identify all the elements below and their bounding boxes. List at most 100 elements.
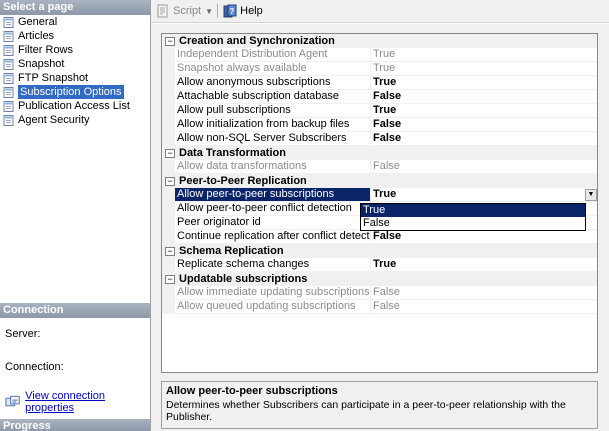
property-row[interactable]: Allow peer-to-peer subscriptions True ▼: [162, 188, 597, 202]
help-icon: ?: [223, 4, 237, 18]
property-name: Attachable subscription database: [175, 90, 371, 104]
page-item-label: General: [18, 16, 58, 28]
page-icon: [3, 72, 16, 84]
connection-properties-icon: [5, 395, 20, 407]
row-gutter: [162, 258, 175, 272]
property-value[interactable]: True: [371, 188, 597, 202]
server-label: Server:: [5, 328, 41, 340]
page-icon: [3, 44, 16, 56]
collapse-icon[interactable]: −: [165, 274, 175, 284]
property-row: Independent Distribution Agent True: [162, 48, 597, 62]
property-value[interactable]: False: [371, 132, 597, 146]
property-value[interactable]: True: [371, 76, 597, 90]
property-name: Replicate schema changes: [175, 258, 371, 272]
connection-header: Connection: [0, 303, 150, 318]
row-gutter: [162, 286, 175, 300]
page-icon: [3, 58, 16, 70]
property-row: Allow data transformations False: [162, 160, 597, 174]
property-name: Allow non-SQL Server Subscribers: [175, 132, 371, 146]
row-gutter: [162, 132, 175, 146]
property-value[interactable]: False: [371, 90, 597, 104]
property-value[interactable]: False: [371, 230, 597, 244]
collapse-icon[interactable]: −: [165, 246, 175, 256]
category-row[interactable]: − Creation and Synchronization: [162, 34, 597, 48]
page-item-articles[interactable]: Articles: [0, 29, 150, 43]
page-item-snapshot[interactable]: Snapshot: [0, 57, 150, 71]
category-title: Peer-to-Peer Replication: [179, 175, 307, 187]
property-name: Allow data transformations: [175, 160, 371, 174]
collapse-icon[interactable]: −: [165, 36, 175, 46]
category-row[interactable]: − Peer-to-Peer Replication: [162, 174, 597, 188]
page-item-filter-rows[interactable]: Filter Rows: [0, 43, 150, 57]
view-connection-properties-link[interactable]: View connection properties: [5, 390, 150, 414]
script-icon: [157, 4, 168, 18]
page-item-agent-security[interactable]: Agent Security: [0, 113, 150, 127]
property-row[interactable]: Allow non-SQL Server Subscribers False: [162, 132, 597, 146]
dropdown-arrow-icon[interactable]: ▼: [585, 189, 597, 201]
script-label: Script: [173, 5, 202, 17]
category-row[interactable]: − Schema Replication: [162, 244, 597, 258]
progress-header: Progress: [0, 419, 150, 431]
page-item-label: Agent Security: [18, 114, 90, 126]
script-dropdown-arrow-icon[interactable]: ▼: [204, 7, 214, 16]
page-item-label: Snapshot: [18, 58, 65, 70]
property-name: Independent Distribution Agent: [175, 48, 371, 62]
property-value[interactable]: True: [371, 104, 597, 118]
property-value[interactable]: False: [371, 118, 597, 132]
page-item-label: Subscription Options: [18, 85, 124, 99]
property-row[interactable]: Allow anonymous subscriptions True: [162, 76, 597, 90]
property-row[interactable]: Replicate schema changes True: [162, 258, 597, 272]
property-name: Allow immediate updating subscriptions: [175, 286, 371, 300]
collapse-icon[interactable]: −: [165, 176, 175, 186]
page-item-publication-access-list[interactable]: Publication Access List: [0, 99, 150, 113]
description-pane: Allow peer-to-peer subscriptions Determi…: [161, 381, 598, 429]
value-dropdown-list[interactable]: True False: [360, 203, 586, 231]
page-icon: [3, 16, 16, 28]
row-gutter: [162, 160, 175, 174]
collapse-icon[interactable]: −: [165, 148, 175, 158]
property-name: Continue replication after conflict dete…: [175, 230, 371, 244]
page-item-ftp-snapshot[interactable]: FTP Snapshot: [0, 71, 150, 85]
script-button[interactable]: Script: [154, 2, 203, 20]
connection-label: Connection:: [5, 361, 64, 373]
category-title: Data Transformation: [179, 147, 286, 159]
select-page-header: Select a page: [0, 0, 150, 15]
row-gutter: [162, 118, 175, 132]
property-value[interactable]: True: [371, 258, 597, 272]
row-gutter: [162, 188, 175, 202]
property-row[interactable]: Allow pull subscriptions True: [162, 104, 597, 118]
page-icon: [3, 86, 16, 98]
property-row[interactable]: Continue replication after conflict dete…: [162, 230, 597, 244]
property-name: Allow peer-to-peer subscriptions: [175, 188, 371, 202]
toolbar: Script ▼ ? Help: [151, 0, 609, 23]
row-gutter: [162, 48, 175, 62]
category-title: Updatable subscriptions: [179, 273, 308, 285]
left-pane: Select a page General Articles Filter Rows…: [0, 0, 151, 431]
category-row[interactable]: − Data Transformation: [162, 146, 597, 160]
property-row[interactable]: Allow initialization from backup files Fa…: [162, 118, 597, 132]
svg-text:?: ?: [230, 7, 235, 16]
property-value: False: [371, 286, 597, 300]
help-button[interactable]: ? Help: [221, 2, 265, 20]
property-row[interactable]: Attachable subscription database False: [162, 90, 597, 104]
description-text: Determines whether Subscribers can parti…: [166, 399, 566, 423]
page-icon: [3, 100, 16, 112]
page-item-label: Publication Access List: [18, 100, 130, 112]
property-row: Allow queued updating subscriptions False: [162, 300, 597, 314]
category-row[interactable]: − Updatable subscriptions: [162, 272, 597, 286]
property-row: Allow immediate updating subscriptions Fa…: [162, 286, 597, 300]
page-item-general[interactable]: General: [0, 15, 150, 29]
property-name: Snapshot always available: [175, 62, 371, 76]
property-name: Allow pull subscriptions: [175, 104, 371, 118]
property-value: True: [371, 62, 597, 76]
content-area: − Creation and Synchronization Independent…: [151, 24, 609, 431]
dropdown-option-false[interactable]: False: [361, 217, 585, 230]
page-item-label: Articles: [18, 30, 55, 42]
category-title: Creation and Synchronization: [179, 35, 335, 47]
page-icon: [3, 30, 16, 42]
page-item-subscription-options[interactable]: Subscription Options: [0, 85, 150, 99]
row-gutter: [162, 76, 175, 90]
property-value: False: [371, 160, 597, 174]
property-name: Allow anonymous subscriptions: [175, 76, 371, 90]
dropdown-option-true[interactable]: True: [361, 204, 585, 217]
